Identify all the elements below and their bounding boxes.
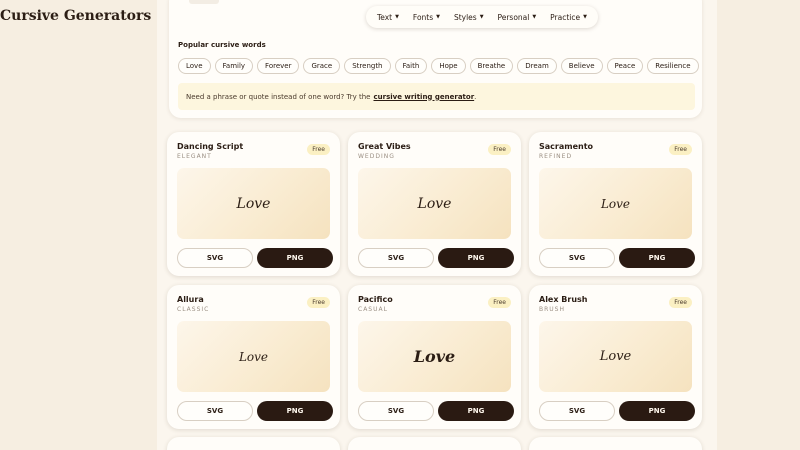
word-chip[interactable]: Resilience xyxy=(647,58,699,74)
free-badge: Free xyxy=(488,144,511,155)
font-style-label: ELEGANT xyxy=(177,153,212,160)
word-chip[interactable]: Hope xyxy=(431,58,466,74)
font-card: Alex Brush BRUSH Free Love SVG PNG xyxy=(529,285,702,429)
nav-item-personal[interactable]: Personal ▼ xyxy=(497,13,536,22)
font-name: Dancing Script xyxy=(177,142,244,151)
word-chip[interactable]: Love xyxy=(178,58,211,74)
download-png-button[interactable]: PNG xyxy=(257,401,333,421)
nav-item-label: Practice xyxy=(550,12,581,22)
font-preview: Love xyxy=(358,321,511,392)
free-badge: Free xyxy=(307,297,330,308)
main-nav: Text ▼ Fonts ▼ Styles ▼ Personal ▼ Pract… xyxy=(366,6,598,28)
preview-text: Love xyxy=(413,347,456,366)
font-card-partial xyxy=(348,437,521,450)
site-brand[interactable]: Cursive Generators xyxy=(0,8,151,24)
nav-item-label: Styles xyxy=(453,12,477,22)
font-style-label: BRUSH xyxy=(539,306,565,313)
nav-item-label: Text xyxy=(376,12,393,22)
chevron-down-icon: ▼ xyxy=(395,14,399,20)
nav-item-text[interactable]: Text ▼ xyxy=(377,13,399,22)
download-svg-button[interactable]: SVG xyxy=(358,248,434,268)
nav-item-label: Fonts xyxy=(412,12,434,22)
word-chip[interactable]: Strength xyxy=(344,58,391,74)
word-chip[interactable]: Grace xyxy=(303,58,341,74)
free-badge: Free xyxy=(669,297,692,308)
nav-item-fonts[interactable]: Fonts ▼ xyxy=(413,13,440,22)
word-chip[interactable]: Family xyxy=(214,58,254,74)
nav-item-label: Personal xyxy=(497,12,530,22)
font-style-label: CASUAL xyxy=(358,306,388,313)
font-card: Sacramento REFINED Free Love SVG PNG xyxy=(529,132,702,276)
font-name: Allura xyxy=(177,295,204,304)
word-chip[interactable]: Forever xyxy=(257,58,300,74)
word-chip[interactable]: Peace xyxy=(606,58,644,74)
chevron-down-icon: ▼ xyxy=(583,14,587,20)
nav-item-practice[interactable]: Practice ▼ xyxy=(550,13,587,22)
download-svg-button[interactable]: SVG xyxy=(177,401,253,421)
font-preview: Love xyxy=(358,168,511,239)
nav-item-styles[interactable]: Styles ▼ xyxy=(454,13,484,22)
font-preview: Love xyxy=(539,321,692,392)
scrolled-input-edge xyxy=(189,0,219,4)
font-name: Sacramento xyxy=(539,142,594,151)
preview-text: Love xyxy=(599,349,632,364)
popular-words-chips: Love Family Forever Grace Strength Faith… xyxy=(178,58,699,74)
font-style-label: CLASSIC xyxy=(177,306,210,313)
font-card: Pacifico CASUAL Free Love SVG PNG xyxy=(348,285,521,429)
font-name: Alex Brush xyxy=(539,295,588,304)
download-png-button[interactable]: PNG xyxy=(438,248,514,268)
tip-text: Need a phrase or quote instead of one wo… xyxy=(186,92,371,101)
word-chip[interactable]: Dream xyxy=(517,58,557,74)
download-svg-button[interactable]: SVG xyxy=(539,248,615,268)
preview-text: Love xyxy=(600,196,631,211)
font-preview: Love xyxy=(177,321,330,392)
cursive-writing-generator-link[interactable]: cursive writing generator xyxy=(373,93,474,101)
font-preview: Love xyxy=(177,168,330,239)
phrase-tip: Need a phrase or quote instead of one wo… xyxy=(178,83,695,110)
font-style-label: WEDDING xyxy=(358,153,395,160)
preview-text: Love xyxy=(238,349,269,364)
download-svg-button[interactable]: SVG xyxy=(177,248,253,268)
font-card-partial xyxy=(167,437,340,450)
download-png-button[interactable]: PNG xyxy=(619,248,695,268)
preview-text: Love xyxy=(236,195,271,212)
font-preview: Love xyxy=(539,168,692,239)
download-svg-button[interactable]: SVG xyxy=(539,401,615,421)
download-png-button[interactable]: PNG xyxy=(619,401,695,421)
free-badge: Free xyxy=(669,144,692,155)
font-name: Pacifico xyxy=(358,295,393,304)
free-badge: Free xyxy=(307,144,330,155)
font-card: Great Vibes WEDDING Free Love SVG PNG xyxy=(348,132,521,276)
word-chip[interactable]: Breathe xyxy=(469,58,514,74)
download-png-button[interactable]: PNG xyxy=(257,248,333,268)
font-card-partial xyxy=(529,437,702,450)
font-card: Allura CLASSIC Free Love SVG PNG xyxy=(167,285,340,429)
word-chip[interactable]: Faith xyxy=(394,58,428,74)
download-svg-button[interactable]: SVG xyxy=(358,401,434,421)
chevron-down-icon: ▼ xyxy=(436,14,441,20)
tip-end: . xyxy=(474,92,477,101)
download-png-button[interactable]: PNG xyxy=(438,401,514,421)
font-style-label: REFINED xyxy=(539,153,573,160)
chevron-down-icon: ▼ xyxy=(532,14,537,20)
preview-text: Love xyxy=(417,195,452,212)
chevron-down-icon: ▼ xyxy=(479,14,484,20)
main-content: Popular cursive words Love Family Foreve… xyxy=(157,0,717,450)
font-card: Dancing Script ELEGANT Free Love SVG PNG xyxy=(167,132,340,276)
word-chip[interactable]: Believe xyxy=(560,58,603,74)
free-badge: Free xyxy=(488,297,511,308)
popular-words-title: Popular cursive words xyxy=(178,41,266,49)
font-name: Great Vibes xyxy=(358,142,411,151)
